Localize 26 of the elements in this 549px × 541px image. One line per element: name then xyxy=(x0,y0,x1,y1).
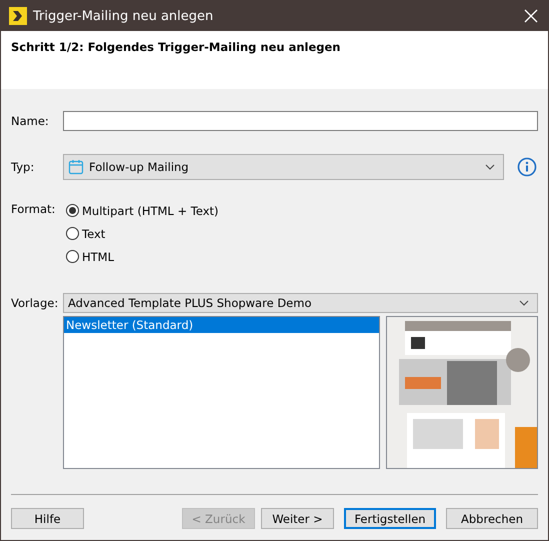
field-label: Name: xyxy=(11,114,50,128)
chevron-down-icon xyxy=(485,164,495,170)
radio-button[interactable] xyxy=(66,204,79,217)
list-item[interactable]: Newsletter (Standard) xyxy=(64,317,379,333)
dialog-button[interactable]: Weiter > xyxy=(261,508,334,529)
radio-label[interactable]: Text xyxy=(82,226,106,240)
step-title: Schritt 1/2: Folgendes Trigger-Mailing neu anlegen xyxy=(11,40,340,54)
dialog-button[interactable]: Fertigstellen xyxy=(344,508,436,529)
field-label: Format: xyxy=(11,202,56,216)
chevron-down-icon xyxy=(519,300,529,306)
info-icon[interactable] xyxy=(517,157,537,177)
radio-button[interactable] xyxy=(66,250,79,263)
radio-button[interactable] xyxy=(66,227,79,240)
field-label: Typ: xyxy=(11,160,36,174)
radio-label[interactable]: Multipart (HTML + Text) xyxy=(82,204,219,218)
dialog-button[interactable]: Abbrechen xyxy=(446,508,538,529)
field-label: Vorlage: xyxy=(11,296,60,310)
close-icon[interactable] xyxy=(524,9,538,23)
window-title: Trigger-Mailing neu anlegen xyxy=(33,8,214,24)
radio-label[interactable]: HTML xyxy=(82,250,114,264)
template-dropdown[interactable]: Advanced Template PLUS Shopware Demo xyxy=(63,293,538,313)
type-dropdown[interactable]: Follow-up Mailing xyxy=(63,154,504,180)
app-logo-icon xyxy=(9,7,27,25)
name-input[interactable] xyxy=(63,111,538,131)
dialog-button[interactable]: Hilfe xyxy=(11,508,84,529)
calendar-icon xyxy=(68,159,84,175)
